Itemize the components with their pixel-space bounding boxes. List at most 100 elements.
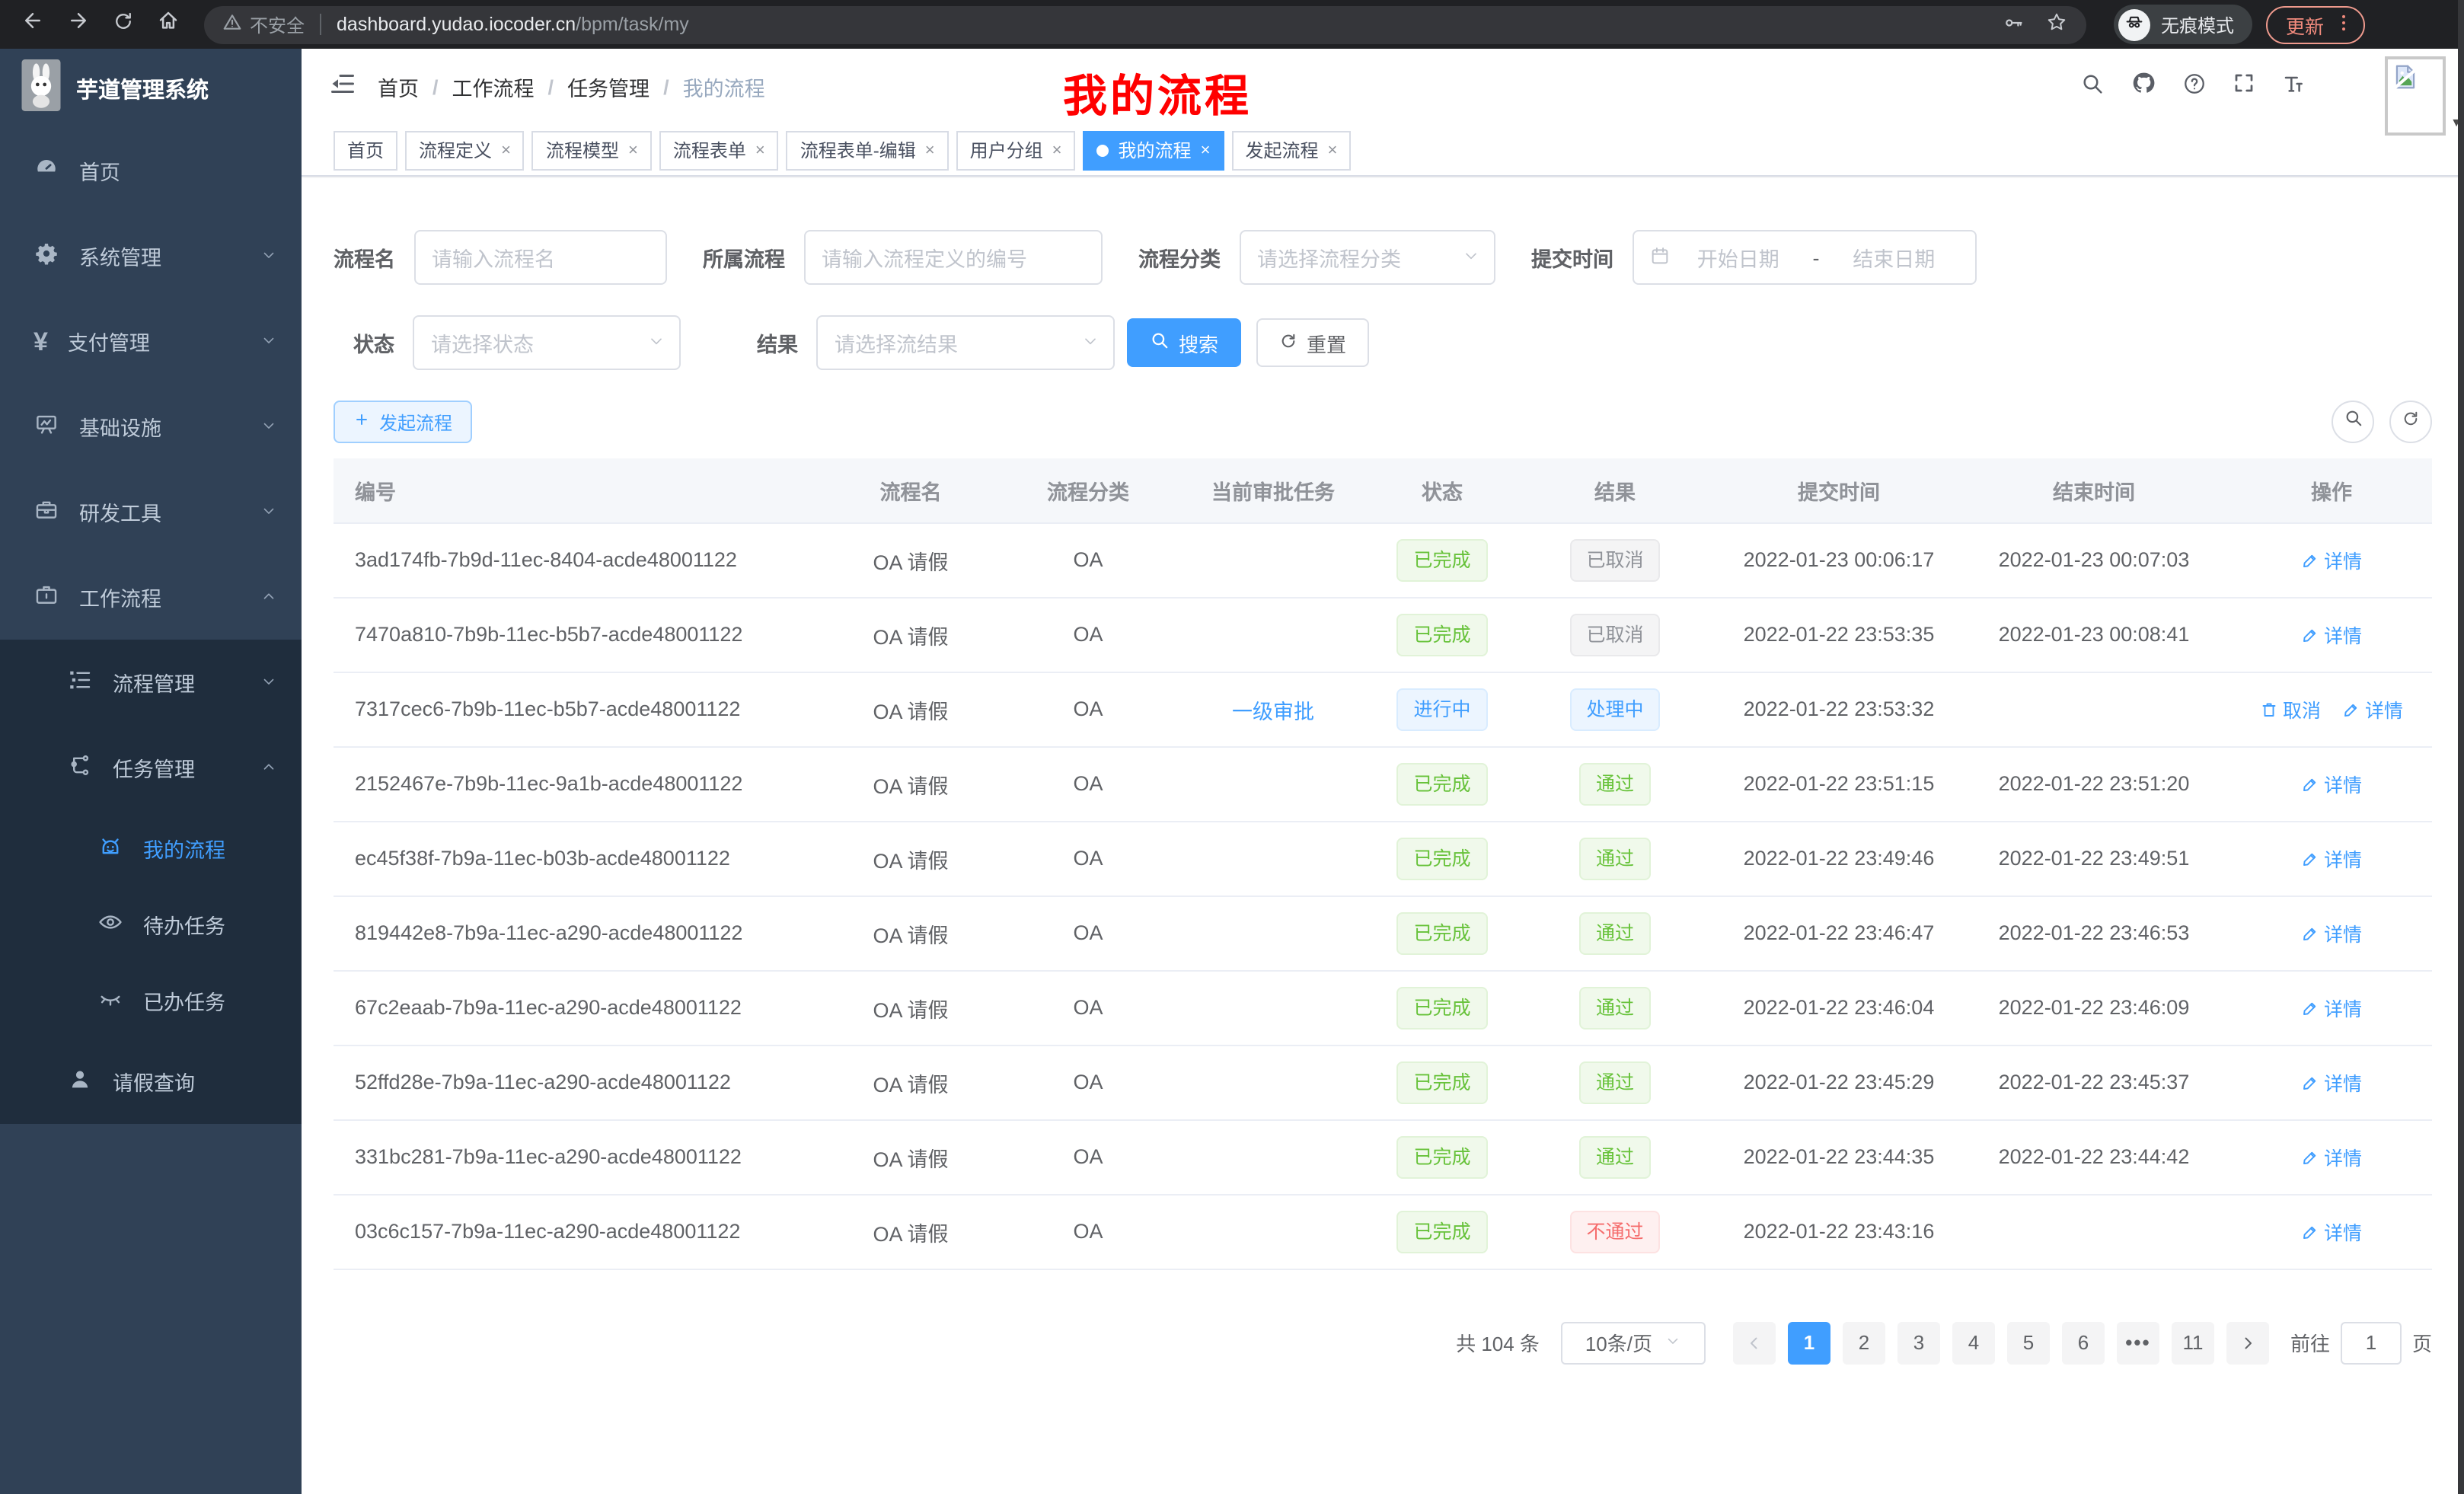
incognito-icon xyxy=(2118,8,2150,40)
cell-result: 已取消 xyxy=(1509,597,1721,672)
sidebar-item-系统管理[interactable]: 系统管理 xyxy=(0,213,302,298)
category-select[interactable]: 请选择流程分类 xyxy=(1239,230,1495,285)
tab-流程模型[interactable]: 流程模型× xyxy=(532,130,652,170)
page-button-1[interactable]: 1 xyxy=(1788,1321,1830,1364)
page-button-6[interactable]: 6 xyxy=(2062,1321,2105,1364)
help-icon[interactable] xyxy=(2182,71,2207,103)
tab-我的流程[interactable]: 我的流程× xyxy=(1084,130,1224,170)
sidebar-item-流程管理[interactable]: 流程管理 xyxy=(0,640,302,725)
owner-process-input[interactable]: 请输入流程定义的编号 xyxy=(803,230,1102,285)
page-button-2[interactable]: 2 xyxy=(1843,1321,1885,1364)
cell-result: 通过 xyxy=(1509,970,1721,1045)
page-size-select[interactable]: 10条/页 xyxy=(1561,1321,1706,1364)
sidebar-item-基础设施[interactable]: 基础设施 xyxy=(0,384,302,469)
tab-发起流程[interactable]: 发起流程× xyxy=(1231,130,1351,170)
font-size-icon[interactable] xyxy=(2281,71,2306,103)
tab-close-icon[interactable]: × xyxy=(1327,141,1337,159)
detail-link[interactable]: 详情 xyxy=(2301,1142,2362,1171)
sidebar-item-我的流程[interactable]: 我的流程 xyxy=(0,810,302,886)
address-bar[interactable]: 不安全 dashboard.yudao.iocoder.cn/bpm/task/… xyxy=(204,5,2086,43)
detail-link[interactable]: 详情 xyxy=(2342,694,2403,723)
breadcrumb-home[interactable]: 首页 xyxy=(378,72,419,102)
tab-流程表单-编辑[interactable]: 流程表单-编辑× xyxy=(787,130,949,170)
header-search-icon[interactable] xyxy=(2080,71,2105,103)
sidebar-item-工作流程[interactable]: 工作流程 xyxy=(0,554,302,640)
chevron-down-icon xyxy=(260,672,277,689)
site-security-chip[interactable]: 不安全 xyxy=(222,11,305,37)
github-icon[interactable] xyxy=(2130,70,2156,104)
detail-link[interactable]: 详情 xyxy=(2301,545,2362,574)
show-search-toggle-button[interactable] xyxy=(2332,401,2374,443)
tab-close-icon[interactable]: × xyxy=(1201,141,1211,159)
status-tag: 已完成 xyxy=(1396,1135,1487,1178)
goto-unit: 页 xyxy=(2412,1328,2432,1357)
home-button[interactable] xyxy=(157,9,180,40)
cell-operations: 详情 xyxy=(2231,522,2432,597)
prev-page-button[interactable] xyxy=(1733,1321,1776,1364)
cell-result: 通过 xyxy=(1509,895,1721,970)
browser-menu-icon[interactable] xyxy=(2333,11,2354,37)
tab-close-icon[interactable]: × xyxy=(628,141,638,159)
sidebar-item-待办任务[interactable]: 待办任务 xyxy=(0,886,302,962)
tab-用户分组[interactable]: 用户分组× xyxy=(956,130,1076,170)
forward-button[interactable] xyxy=(67,9,90,40)
search-button[interactable]: 搜索 xyxy=(1127,318,1241,367)
more-pages-button[interactable]: ••• xyxy=(2117,1321,2159,1364)
detail-link[interactable]: 详情 xyxy=(2301,1068,2362,1097)
sidebar-item-首页[interactable]: 首页 xyxy=(0,128,302,213)
tab-流程定义[interactable]: 流程定义× xyxy=(405,130,525,170)
cell-operations: 详情 xyxy=(2231,821,2432,895)
sidebar-item-已办任务[interactable]: 已办任务 xyxy=(0,962,302,1039)
sidebar-item-研发工具[interactable]: 研发工具 xyxy=(0,469,302,554)
detail-link[interactable]: 详情 xyxy=(2301,993,2362,1022)
filter-row-2: 状态 请选择状态 结果 请选择流结果 搜索 xyxy=(334,315,2432,370)
table-row: 67c2eaab-7b9a-11ec-a290-acde48001122OA 请… xyxy=(334,970,2432,1045)
fullscreen-icon[interactable] xyxy=(2233,72,2255,102)
page-button-5[interactable]: 5 xyxy=(2007,1321,2050,1364)
next-page-button[interactable] xyxy=(2226,1321,2269,1364)
refresh-table-button[interactable] xyxy=(2389,401,2432,443)
search-icon xyxy=(1150,330,1170,350)
tab-close-icon[interactable]: × xyxy=(925,141,935,159)
detail-link[interactable]: 详情 xyxy=(2301,1217,2362,1246)
cancel-link[interactable]: 取消 xyxy=(2260,694,2321,723)
process-name-input[interactable]: 请输入流程名 xyxy=(413,230,666,285)
sidebar-item-请假查询[interactable]: 请假查询 xyxy=(0,1039,302,1124)
tab-首页[interactable]: 首页 xyxy=(334,130,397,170)
breadcrumb-task-mgmt[interactable]: 任务管理 xyxy=(567,72,650,102)
task-link[interactable]: 一级审批 xyxy=(1232,700,1314,723)
tab-close-icon[interactable]: × xyxy=(755,141,765,159)
sidebar-collapse-button[interactable] xyxy=(329,69,356,104)
cell-current-task xyxy=(1171,597,1375,672)
result-select[interactable]: 请选择流结果 xyxy=(816,315,1115,370)
detail-link[interactable]: 详情 xyxy=(2301,844,2362,873)
detail-link[interactable]: 详情 xyxy=(2301,620,2362,649)
password-key-button[interactable] xyxy=(2003,11,2024,37)
user-avatar[interactable] xyxy=(2385,56,2446,136)
status-select[interactable]: 请选择状态 xyxy=(413,315,681,370)
breadcrumb-workflow[interactable]: 工作流程 xyxy=(452,72,535,102)
app-logo: 芋道管理系统 xyxy=(0,49,302,128)
submit-time-range-picker[interactable]: 开始日期 - 结束日期 xyxy=(1632,230,1976,285)
sidebar-item-支付管理[interactable]: ¥支付管理 xyxy=(0,298,302,384)
flow-icon xyxy=(67,752,93,778)
bookmark-star-button[interactable] xyxy=(2045,11,2068,38)
column-header-状态: 状态 xyxy=(1375,458,1509,522)
robot-icon xyxy=(97,833,123,859)
back-button[interactable] xyxy=(21,9,44,40)
reload-button[interactable] xyxy=(113,10,134,39)
status-tag: 已完成 xyxy=(1396,911,1487,954)
tab-close-icon[interactable]: × xyxy=(1052,141,1062,159)
page-button-11[interactable]: 11 xyxy=(2172,1321,2214,1364)
page-button-4[interactable]: 4 xyxy=(1952,1321,1995,1364)
goto-page-input[interactable]: 1 xyxy=(2341,1321,2402,1364)
create-process-button[interactable]: 发起流程 xyxy=(334,401,472,443)
tab-流程表单[interactable]: 流程表单× xyxy=(659,130,779,170)
detail-link[interactable]: 详情 xyxy=(2301,769,2362,798)
page-button-3[interactable]: 3 xyxy=(1897,1321,1940,1364)
browser-update-button[interactable]: 更新 xyxy=(2266,5,2365,43)
reset-button[interactable]: 重置 xyxy=(1256,318,1369,367)
tab-close-icon[interactable]: × xyxy=(501,141,511,159)
detail-link[interactable]: 详情 xyxy=(2301,918,2362,947)
sidebar-item-任务管理[interactable]: 任务管理 xyxy=(0,725,302,810)
